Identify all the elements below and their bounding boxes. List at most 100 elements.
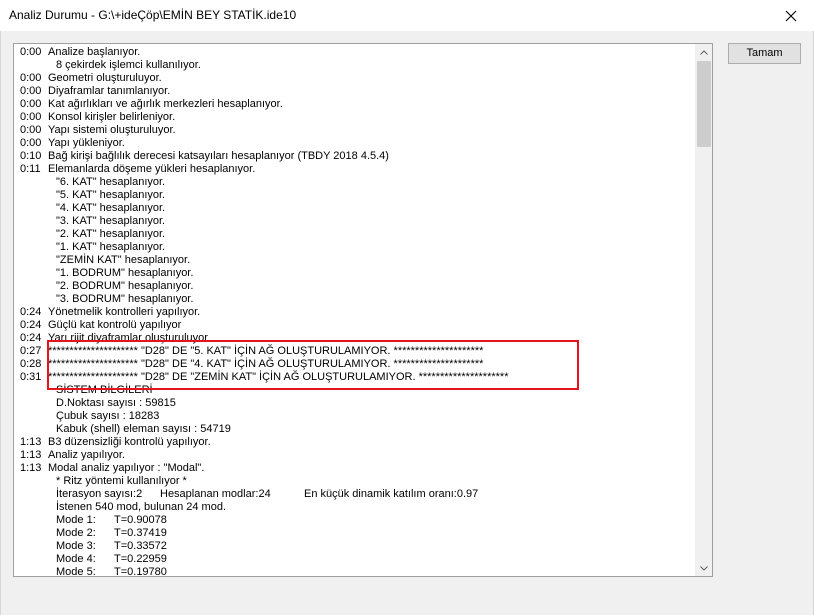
log-line: 1:13 Modal analiz yapılıyor : "Modal".: [14, 462, 697, 475]
log-message: "2. KAT" hesaplanıyor.: [56, 228, 166, 240]
log-line: "2. KAT" hesaplanıyor.: [14, 228, 697, 241]
log-line: 0:00 Yapı sistemi oluşturuluyor.: [14, 124, 697, 137]
log-time: 0:00: [20, 98, 42, 110]
log-line: 0:00 Diyaframlar tanımlanıyor.: [14, 85, 697, 98]
log-line: "ZEMİN KAT" hesaplanıyor.: [14, 254, 697, 267]
log-message: ********************* "D28" DE "4. KAT" …: [48, 358, 484, 370]
log-column: T=0.33572: [114, 540, 167, 552]
log-message: "2. BODRUM" hesaplanıyor.: [56, 280, 194, 292]
log-line: 0:31 ********************* "D28" DE "ZEMİ…: [14, 371, 697, 384]
log-line: Mode 3: T=0.33572: [14, 540, 697, 553]
log-message: Çubuk sayısı : 18283: [56, 410, 160, 422]
log-line: "3. KAT" hesaplanıyor.: [14, 215, 697, 228]
log-message: B3 düzensizliği kontrolü yapılıyor.: [48, 436, 211, 448]
log-message: "3. KAT" hesaplanıyor.: [56, 215, 166, 227]
log-line: 0:24 Yarı rijit diyaframlar oluşturuluyor: [14, 332, 697, 345]
close-icon: [785, 10, 797, 21]
scroll-up-button[interactable]: [696, 44, 712, 60]
window-border-left: [0, 31, 1, 615]
log-time: 0:10: [20, 150, 42, 162]
log-message: Yapı yükleniyor.: [48, 137, 125, 149]
log-line: 0:24 Yönetmelik kontrolleri yapılıyor.: [14, 306, 697, 319]
log-line: Mode 5: T=0.19780: [14, 566, 697, 577]
log-time: 0:00: [20, 46, 42, 58]
log-column: Mode 5:: [56, 566, 96, 577]
log-column: T=0.37419: [114, 527, 167, 539]
log-time: 0:24: [20, 306, 42, 318]
log-column: Mode 3:: [56, 540, 96, 552]
log-time: 0:24: [20, 319, 42, 331]
log-time: 0:00: [20, 85, 42, 97]
log-message: Güçlü kat kontrolü yapılıyor: [48, 319, 182, 331]
log-message: Bağ kirişi bağlılık derecesi katsayıları…: [48, 150, 389, 162]
log-message: Modal analiz yapılıyor : "Modal".: [48, 462, 205, 474]
log-line: İterasyon sayısı:2 Hesaplanan modlar:24 En…: [14, 488, 697, 501]
close-button[interactable]: [768, 0, 814, 31]
log-column: T=0.22959: [114, 553, 167, 565]
log-line: "4. KAT" hesaplanıyor.: [14, 202, 697, 215]
log-time: 0:28: [20, 358, 42, 370]
log-line: "3. BODRUM" hesaplanıyor.: [14, 293, 697, 306]
log-message: Analize başlanıyor.: [48, 46, 141, 58]
log-line: Çubuk sayısı : 18283: [14, 410, 697, 423]
log-message: "ZEMİN KAT" hesaplanıyor.: [56, 254, 191, 266]
log-line: 0:00 Geometri oluşturuluyor.: [14, 72, 697, 85]
log-line: "2. BODRUM" hesaplanıyor.: [14, 280, 697, 293]
log-line: 0:27 ********************* "D28" DE "5. K…: [14, 345, 697, 358]
log-line: "1. BODRUM" hesaplanıyor.: [14, 267, 697, 280]
log-message: Analiz yapılıyor.: [48, 449, 126, 461]
chevron-up-icon: [700, 49, 708, 55]
log-message: Yarı rijit diyaframlar oluşturuluyor: [48, 332, 208, 344]
log-line: 0:24 Güçlü kat kontrolü yapılıyor: [14, 319, 697, 332]
log-message: İstenen 540 mod, bulunan 24 mod.: [56, 501, 227, 513]
log-message: Kat ağırlıkları ve ağırlık merkezleri he…: [48, 98, 283, 110]
log-line: Mode 2: T=0.37419: [14, 527, 697, 540]
log-line: 0:00 Kat ağırlıkları ve ağırlık merkezler…: [14, 98, 697, 111]
log-line: 0:11 Elemanlarda döşeme yükleri hesaplanı…: [14, 163, 697, 176]
vertical-scrollbar[interactable]: [695, 44, 712, 576]
log-time: 0:00: [20, 137, 42, 149]
log-line: 1:13 B3 düzensizliği kontrolü yapılıyor.: [14, 436, 697, 449]
log-message: * Ritz yöntemi kullanılıyor *: [56, 475, 187, 487]
log-column: Mode 4:: [56, 553, 96, 565]
log-time: 0:00: [20, 124, 42, 136]
log-line: 0:10 Bağ kirişi bağlılık derecesi katsayı…: [14, 150, 697, 163]
log-time: 0:27: [20, 345, 42, 357]
log-column: T=0.90078: [114, 514, 167, 526]
log-line: D.Noktası sayısı : 59815: [14, 397, 697, 410]
log-line: Mode 1: T=0.90078: [14, 514, 697, 527]
log-line: İstenen 540 mod, bulunan 24 mod.: [14, 501, 697, 514]
log-line: Mode 4: T=0.22959: [14, 553, 697, 566]
chevron-down-icon: [700, 565, 708, 571]
log-time: 0:00: [20, 72, 42, 84]
log-time: 1:13: [20, 462, 42, 474]
log-message: ********************* "D28" DE "5. KAT" …: [48, 345, 484, 357]
ok-button[interactable]: Tamam: [728, 43, 801, 64]
log-line: "5. KAT" hesaplanıyor.: [14, 189, 697, 202]
scroll-down-button[interactable]: [696, 560, 712, 576]
log-message: Geometri oluşturuluyor.: [48, 72, 162, 84]
title-bar: Analiz Durumu - G:\+ideÇöp\EMİN BEY STAT…: [0, 0, 814, 31]
scroll-thumb[interactable]: [697, 61, 711, 147]
log-message: Kabuk (shell) eleman sayısı : 54719: [56, 423, 231, 435]
log-column: Hesaplanan modlar:24: [160, 488, 271, 500]
log-message: Yönetmelik kontrolleri yapılıyor.: [48, 306, 201, 318]
log-message: "6. KAT" hesaplanıyor.: [56, 176, 166, 188]
log-message: "3. BODRUM" hesaplanıyor.: [56, 293, 194, 305]
log-line: 0:00 Yapı yükleniyor.: [14, 137, 697, 150]
log-time: 0:11: [20, 163, 41, 175]
log-message: ********************* "D28" DE "ZEMİN KA…: [48, 371, 509, 383]
analysis-log[interactable]: 0:00 Analize başlanıyor. 8 çekirdek işlemc…: [13, 43, 713, 577]
log-line: 8 çekirdek işlemci kullanılıyor.: [14, 59, 697, 72]
log-message: "4. KAT" hesaplanıyor.: [56, 202, 166, 214]
log-lines: 0:00 Analize başlanıyor. 8 çekirdek işlemc…: [14, 46, 697, 577]
log-line: 1:13 Analiz yapılıyor.: [14, 449, 697, 462]
log-message: "5. KAT" hesaplanıyor.: [56, 189, 166, 201]
log-line: Kabuk (shell) eleman sayısı : 54719: [14, 423, 697, 436]
log-message: Elemanlarda döşeme yükleri hesaplanıyor.: [48, 163, 256, 175]
log-column: En küçük dinamik katılım oranı:0.97: [304, 488, 479, 500]
log-message: 8 çekirdek işlemci kullanılıyor.: [56, 59, 201, 71]
log-line: 0:00 Konsol kirişler belirleniyor.: [14, 111, 697, 124]
log-message: Yapı sistemi oluşturuluyor.: [48, 124, 176, 136]
log-time: 0:24: [20, 332, 42, 344]
